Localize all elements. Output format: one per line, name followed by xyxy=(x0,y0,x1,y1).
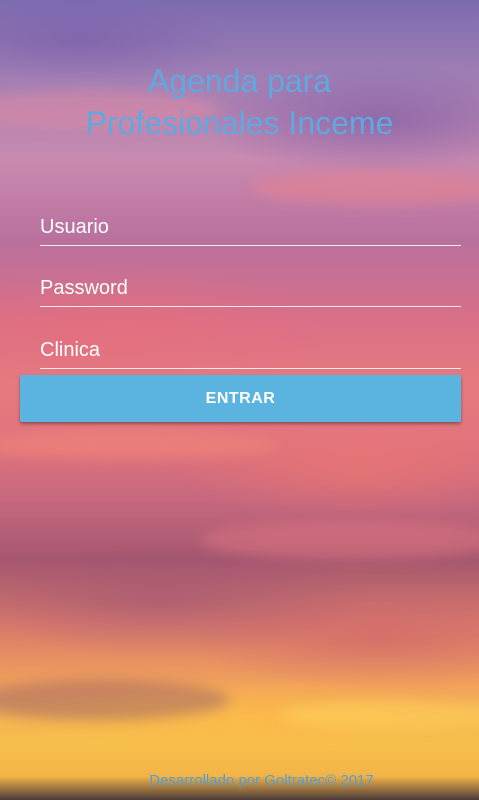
footer: Desarrollado por Goltratec© 2017 xyxy=(0,772,479,789)
background-cloud xyxy=(0,680,230,720)
password-field xyxy=(40,258,461,307)
username-field xyxy=(40,197,461,246)
clinic-field xyxy=(40,320,461,369)
password-input[interactable] xyxy=(40,277,461,300)
clinic-input[interactable] xyxy=(40,339,461,362)
background-cloud xyxy=(0,430,280,460)
background-cloud xyxy=(200,520,479,560)
app-title-line-2: Profesionales Inceme xyxy=(85,105,394,141)
footer-credit: Desarrollado por Goltratec© 2017 xyxy=(149,772,374,789)
app-title: Agenda para Profesionales Inceme xyxy=(0,60,479,144)
login-button[interactable]: ENTRAR xyxy=(20,375,461,422)
app-title-line-1: Agenda para xyxy=(147,63,332,99)
username-input[interactable] xyxy=(40,216,461,239)
login-screen: Agenda para Profesionales Inceme ENTRAR … xyxy=(0,0,479,800)
background-cloud xyxy=(280,700,479,730)
